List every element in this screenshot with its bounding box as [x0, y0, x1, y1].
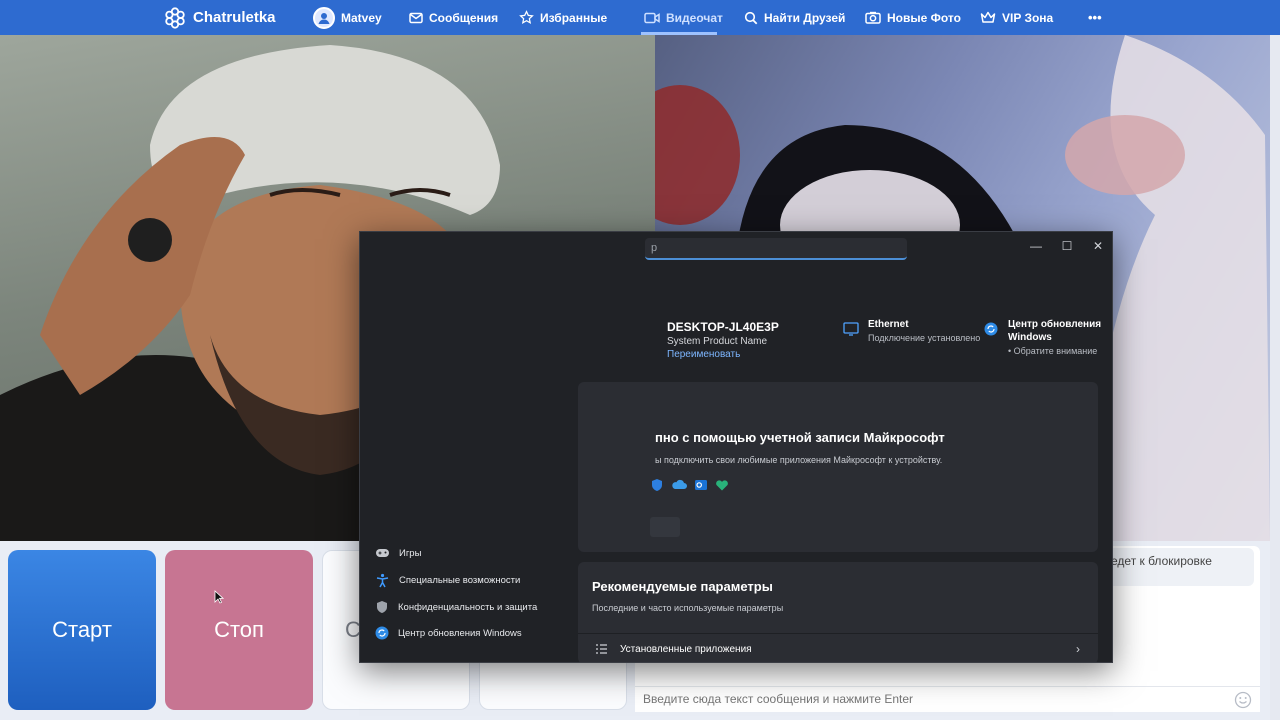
camera-icon: [865, 11, 881, 24]
windows-update-icon: [375, 626, 389, 640]
brand-name: Chatruletka: [193, 9, 276, 26]
sidebar-item-label: Центр обновления Windows: [398, 627, 522, 639]
brand-logo[interactable]: Chatruletka: [163, 0, 276, 35]
nav-find-friends[interactable]: Найти Друзей: [744, 0, 845, 35]
close-button[interactable]: ✕: [1084, 236, 1112, 256]
accessibility-icon: [376, 573, 389, 587]
nav-vip[interactable]: VIP Зона: [980, 0, 1053, 35]
start-button[interactable]: Старт: [8, 550, 156, 710]
gamepad-icon: [376, 549, 389, 557]
search-icon: [744, 11, 758, 24]
nav-videochat[interactable]: Видеочат: [644, 0, 723, 35]
ethernet-title[interactable]: Ethernet: [868, 319, 909, 330]
star-icon: [519, 10, 534, 25]
recommended-title: Рекомендуемые параметры: [592, 579, 773, 594]
installed-apps-row[interactable]: Установленные приложения ›: [578, 633, 1098, 662]
defender-shield-icon: [652, 479, 662, 491]
sidebar-item-accessibility[interactable]: Специальные возможности: [375, 570, 520, 590]
rename-link[interactable]: Переименовать: [667, 349, 740, 360]
avatar: [313, 6, 335, 29]
minimize-button[interactable]: —: [1022, 236, 1050, 256]
crown-icon: [980, 11, 996, 23]
shield-icon: [377, 601, 387, 613]
recommended-settings-card: Рекомендуемые параметры Последние и част…: [578, 562, 1098, 662]
installed-apps-label: Установленные приложения: [620, 643, 752, 655]
windows-update-status: • Обратите внимание: [1008, 346, 1098, 356]
page-scrollbar[interactable]: [1270, 35, 1280, 720]
nav-find-friends-label: Найти Друзей: [764, 10, 846, 25]
windows-update-icon: [984, 322, 998, 336]
flower-logo-icon: [165, 6, 185, 29]
onedrive-cloud-icon: [672, 479, 687, 489]
windows-update-title[interactable]: Центр обновления Windows: [1008, 318, 1101, 344]
nav-favorites[interactable]: Избранные: [519, 0, 607, 35]
nav-favorites-label: Избранные: [540, 10, 608, 25]
ethernet-icon: [843, 322, 859, 336]
ms-account-title: пно с помощью учетной записи Майкрософт: [655, 430, 945, 445]
windows-update-title-line1: Центр обновления: [1008, 319, 1102, 330]
more-dots-icon: •••: [1088, 10, 1102, 25]
sidebar-item-label: Игры: [399, 547, 422, 559]
mouse-cursor-icon: [214, 590, 224, 604]
recommended-subtitle: Последние и часто используемые параметры: [592, 603, 784, 613]
family-heart-icon: [716, 480, 728, 491]
ms-sign-in-button[interactable]: [650, 517, 680, 537]
nav-new-photos-label: Новые Фото: [887, 10, 961, 25]
nav-profile[interactable]: Matvey: [313, 0, 382, 35]
windows-settings-window: р — ☐ ✕ DESKTOP-JL40E3P System Product N…: [359, 231, 1113, 663]
user-icon: [318, 12, 330, 24]
sidebar-item-label: Конфиденциальность и защита: [398, 601, 538, 613]
ms-account-description: ы подключить свои любимые приложения Май…: [655, 455, 943, 465]
nav-messages[interactable]: Сообщения: [409, 0, 498, 35]
sidebar-item-label: Специальные возможности: [399, 574, 521, 586]
emoji-icon[interactable]: [1234, 691, 1252, 709]
top-navigation: Chatruletka Matvey Сообщения Избранные В…: [0, 0, 1280, 35]
windows-update-title-line2: Windows: [1008, 332, 1052, 343]
chat-input-bar: [635, 686, 1260, 712]
chat-notice: едет к блокировке: [1107, 548, 1254, 586]
nav-messages-label: Сообщения: [429, 10, 499, 25]
list-icon: [596, 644, 607, 654]
ms-app-icons: [650, 478, 729, 492]
more-menu-button[interactable]: •••: [1088, 0, 1102, 35]
nav-vip-label: VIP Зона: [1002, 10, 1054, 25]
chevron-right-icon: ›: [1076, 642, 1080, 656]
nav-new-photos[interactable]: Новые Фото: [865, 0, 961, 35]
sidebar-item-gaming[interactable]: Игры: [375, 543, 421, 563]
outlook-icon: [695, 480, 707, 490]
ethernet-status: Подключение установлено: [868, 333, 981, 343]
maximize-button[interactable]: ☐: [1053, 236, 1081, 256]
envelope-icon: [409, 12, 423, 23]
sidebar-item-privacy[interactable]: Конфиденциальность и защита: [375, 597, 537, 617]
product-name: System Product Name: [667, 336, 768, 347]
device-name: DESKTOP-JL40E3P: [667, 320, 779, 334]
nav-profile-label: Matvey: [341, 10, 382, 25]
nav-videochat-label: Видеочат: [666, 10, 723, 25]
chat-message-input[interactable]: [635, 687, 1225, 711]
settings-search-input[interactable]: р: [645, 238, 907, 260]
microsoft-account-card: пно с помощью учетной записи Майкрософт …: [578, 382, 1098, 552]
sidebar-item-windows-update[interactable]: Центр обновления Windows: [375, 623, 522, 643]
video-camera-icon: [644, 12, 660, 23]
stop-button[interactable]: Стоп: [165, 550, 313, 710]
